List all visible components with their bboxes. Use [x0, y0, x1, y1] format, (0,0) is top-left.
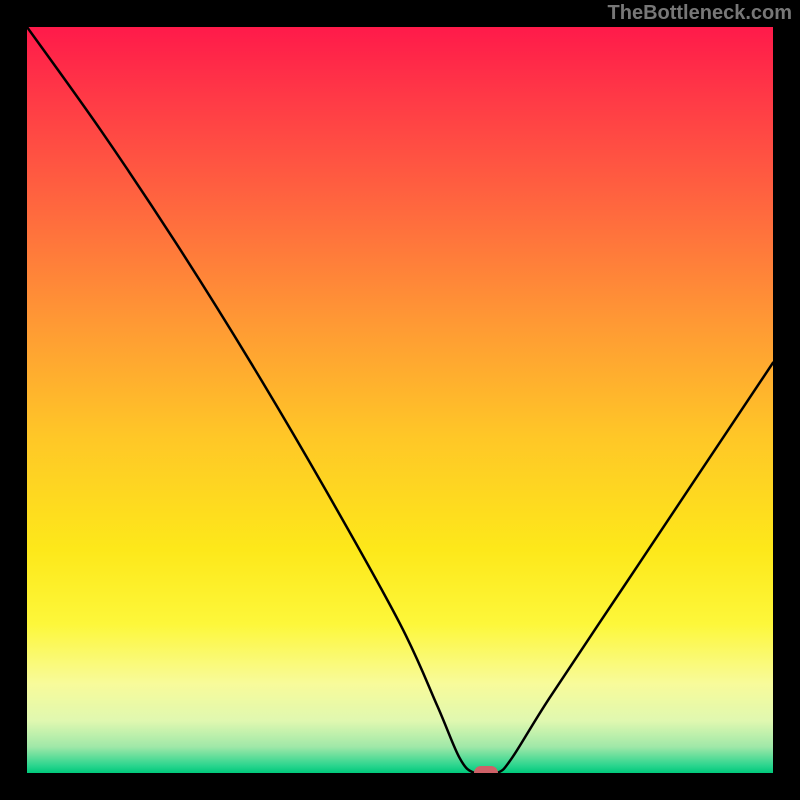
chart-container: TheBottleneck.com — [0, 0, 800, 800]
plot-area — [27, 27, 773, 773]
watermark-text: TheBottleneck.com — [608, 2, 792, 25]
bottleneck-curve — [27, 27, 773, 773]
optimal-marker — [474, 766, 498, 773]
